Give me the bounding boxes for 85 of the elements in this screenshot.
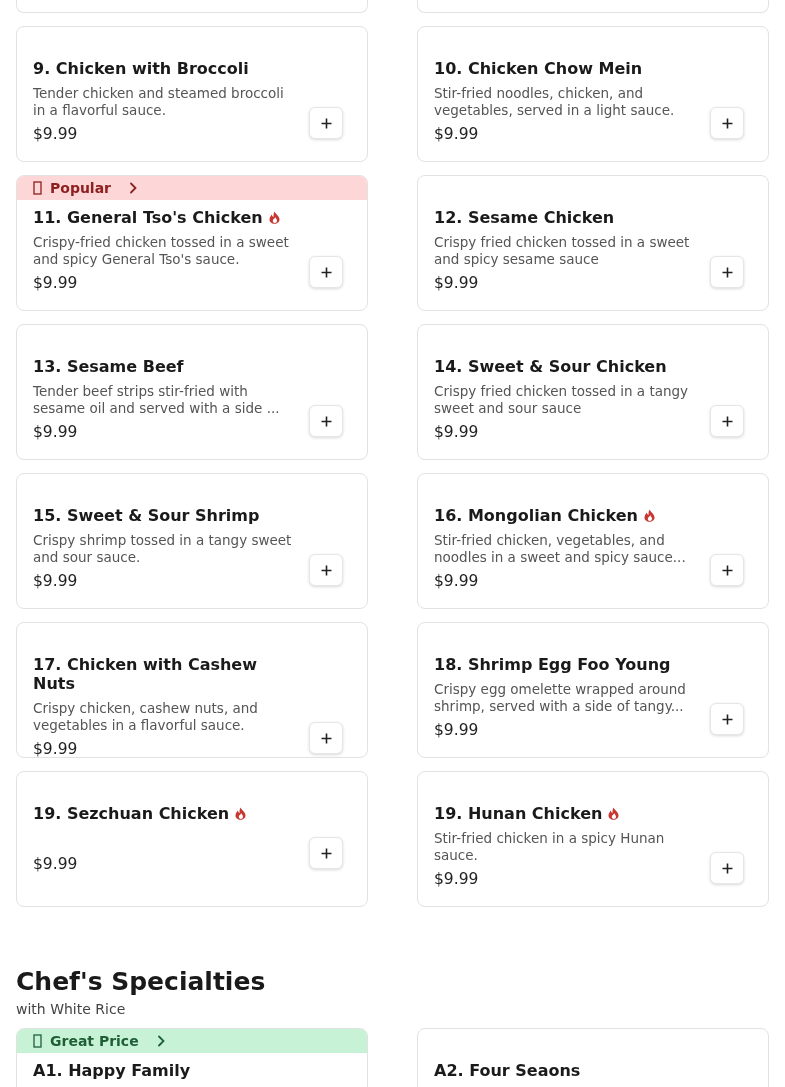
item-description: Tender chicken and steamed broccoli in a flavorful sauce. [33, 85, 285, 119]
box-icon [33, 181, 42, 195]
item-description: Stir-fried chicken, vegetables, and noodles in a sweet and spicy sauce... [434, 532, 687, 566]
item-name: 11. General Tso's Chicken [33, 208, 263, 227]
add-button[interactable] [309, 722, 343, 754]
add-button[interactable] [710, 852, 744, 884]
plus-icon [721, 266, 733, 278]
menu-item-card[interactable]: Great Price A1. Happy Family [16, 1028, 368, 1087]
badge-label: Great Price [50, 1033, 139, 1049]
item-price: $9.99 [434, 721, 480, 739]
add-button[interactable] [710, 256, 744, 288]
item-price: $9.99 [33, 125, 79, 143]
add-button[interactable] [710, 554, 744, 586]
menu-item-card[interactable]: 17. Chicken with Cashew Nuts Crispy chicken, cashew nuts, and vegetables in a flavorful sauce. $9.99 [16, 622, 368, 758]
item-description: Crispy fried chicken tossed in a sweet and spicy sesame sauce [434, 234, 691, 268]
plus-icon [721, 564, 733, 576]
section-subtitle: with White Rice [16, 1001, 127, 1017]
item-description: Stir-fried noodles, chicken, and vegetables, served in a light sauce. [434, 85, 676, 119]
item-price: $9.99 [33, 572, 79, 590]
box-icon [33, 1034, 42, 1048]
plus-icon [721, 713, 733, 725]
add-button[interactable] [710, 703, 744, 735]
item-price: $9.99 [33, 423, 79, 441]
menu-item-card[interactable]: Popular 11. General Tso's Chicken Crispy-fried chicken tossed in a sweet and spicy General Tso's sauce. $9.99 [16, 175, 368, 311]
item-price: $9.99 [33, 274, 79, 292]
chevron-right-icon [156, 1035, 165, 1047]
item-price: $9.99 [434, 274, 480, 292]
item-price: $9.99 [434, 423, 480, 441]
menu-item-card[interactable]: 19. Sezchuan Chicken $9.99 [16, 771, 368, 907]
section-title: Chef's Specialties [16, 967, 267, 997]
add-button[interactable] [309, 554, 343, 586]
item-name: 9. Chicken with Broccoli [33, 59, 249, 78]
menu-item-card[interactable]: A2. Four Seaons [417, 1028, 769, 1087]
item-name: 15. Sweet & Sour Shrimp [33, 506, 260, 525]
plus-icon [320, 564, 332, 576]
add-button[interactable] [309, 837, 343, 869]
plus-icon [721, 862, 733, 874]
item-name: A2. Four Seaons [434, 1061, 581, 1080]
add-button[interactable] [309, 256, 343, 288]
add-button[interactable] [710, 107, 744, 139]
badge[interactable]: Popular [17, 176, 367, 200]
item-price: $9.99 [434, 870, 480, 888]
plus-icon [320, 117, 332, 129]
add-button[interactable] [710, 405, 744, 437]
item-description: Crispy-fried chicken tossed in a sweet and spicy General Tso's sauce. [33, 234, 290, 268]
item-price: $9.99 [33, 855, 79, 873]
menu-item-card[interactable]: 16. Mongolian Chicken Stir-fried chicken, vegetables, and noodles in a sweet and spicy sauce... $9.99 [417, 473, 769, 609]
badge-label: Popular [50, 180, 112, 196]
plus-icon [320, 415, 332, 427]
item-name: 12. Sesame Chicken [434, 208, 615, 227]
item-description: Crispy fried chicken tossed in a tangy sweet and sour sauce [434, 383, 690, 417]
plus-icon [320, 732, 332, 744]
item-name: 13. Sesame Beef [33, 357, 184, 376]
item-name: 14. Sweet & Sour Chicken [434, 357, 667, 376]
menu-item-card[interactable]: 9. Chicken with Broccoli Tender chicken and steamed broccoli in a flavorful sauce. $9.99 [16, 26, 368, 162]
badge[interactable]: Great Price [17, 1029, 367, 1053]
item-description: Tender beef strips stir-fried with sesame oil and served with a side ... [33, 383, 281, 417]
menu-item-card[interactable]: 15. Sweet & Sour Shrimp Crispy shrimp tossed in a tangy sweet and sour sauce. $9.99 [16, 473, 368, 609]
menu-item-card[interactable]: 10. Chicken Chow Mein Stir-fried noodles, chicken, and vegetables, served in a light sauce. $9.99 [417, 26, 769, 162]
item-name: 10. Chicken Chow Mein [434, 59, 643, 78]
item-description: Crispy egg omelette wrapped around shrimp, served with a side of tangy... [434, 681, 687, 715]
add-button[interactable] [309, 107, 343, 139]
menu-item-card[interactable]: 18. Shrimp Egg Foo Young Crispy egg omelette wrapped around shrimp, served with a side of tangy... $9.99 [417, 622, 769, 758]
item-name: 17. Chicken with Cashew Nuts [33, 655, 258, 693]
plus-icon [320, 266, 332, 278]
item-name: 16. Mongolian Chicken [434, 506, 638, 525]
item-name: 18. Shrimp Egg Foo Young [434, 655, 671, 674]
menu-item-card[interactable]: 13. Sesame Beef Tender beef strips stir-fried with sesame oil and served with a side ... $9.99 [16, 324, 368, 460]
item-price: $9.99 [33, 740, 79, 758]
item-name: 19. Hunan Chicken [434, 804, 603, 823]
plus-icon [721, 117, 733, 129]
item-price: $9.99 [434, 125, 480, 143]
plus-icon [320, 847, 332, 859]
item-price: $9.99 [434, 572, 480, 590]
item-description: Crispy chicken, cashew nuts, and vegetables in a flavorful sauce. [33, 700, 259, 734]
item-description: Stir-fried chicken in a spicy Hunan sauce. [434, 830, 666, 864]
menu-item-card[interactable]: 12. Sesame Chicken Crispy fried chicken tossed in a sweet and spicy sesame sauce $9.99 [417, 175, 769, 311]
item-name: A1. Happy Family [33, 1061, 191, 1080]
chevron-right-icon [129, 182, 138, 194]
item-name: 19. Sezchuan Chicken [33, 804, 230, 823]
menu-item-card[interactable]: 19. Hunan Chicken Stir-fried chicken in a spicy Hunan sauce. $9.99 [417, 771, 769, 907]
add-button[interactable] [309, 405, 343, 437]
plus-icon [721, 415, 733, 427]
menu-item-card[interactable]: 14. Sweet & Sour Chicken Crispy fried chicken tossed in a tangy sweet and sour sauce $9.99 [417, 324, 769, 460]
item-description: Crispy shrimp tossed in a tangy sweet and sour sauce. [33, 532, 293, 566]
